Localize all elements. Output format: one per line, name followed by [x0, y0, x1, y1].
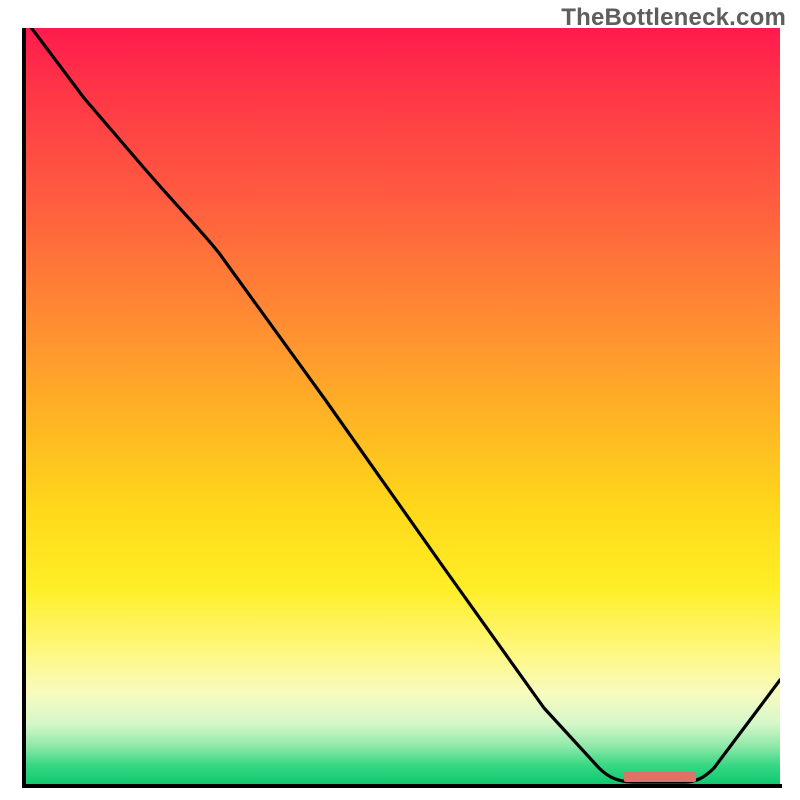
y-axis-line	[22, 28, 26, 788]
optimal-marker	[624, 772, 696, 782]
x-axis-line	[22, 784, 782, 788]
curve-svg	[24, 28, 780, 784]
chart-container: TheBottleneck.com	[0, 0, 800, 800]
bottleneck-curve	[24, 28, 780, 782]
plot-area	[24, 28, 780, 784]
